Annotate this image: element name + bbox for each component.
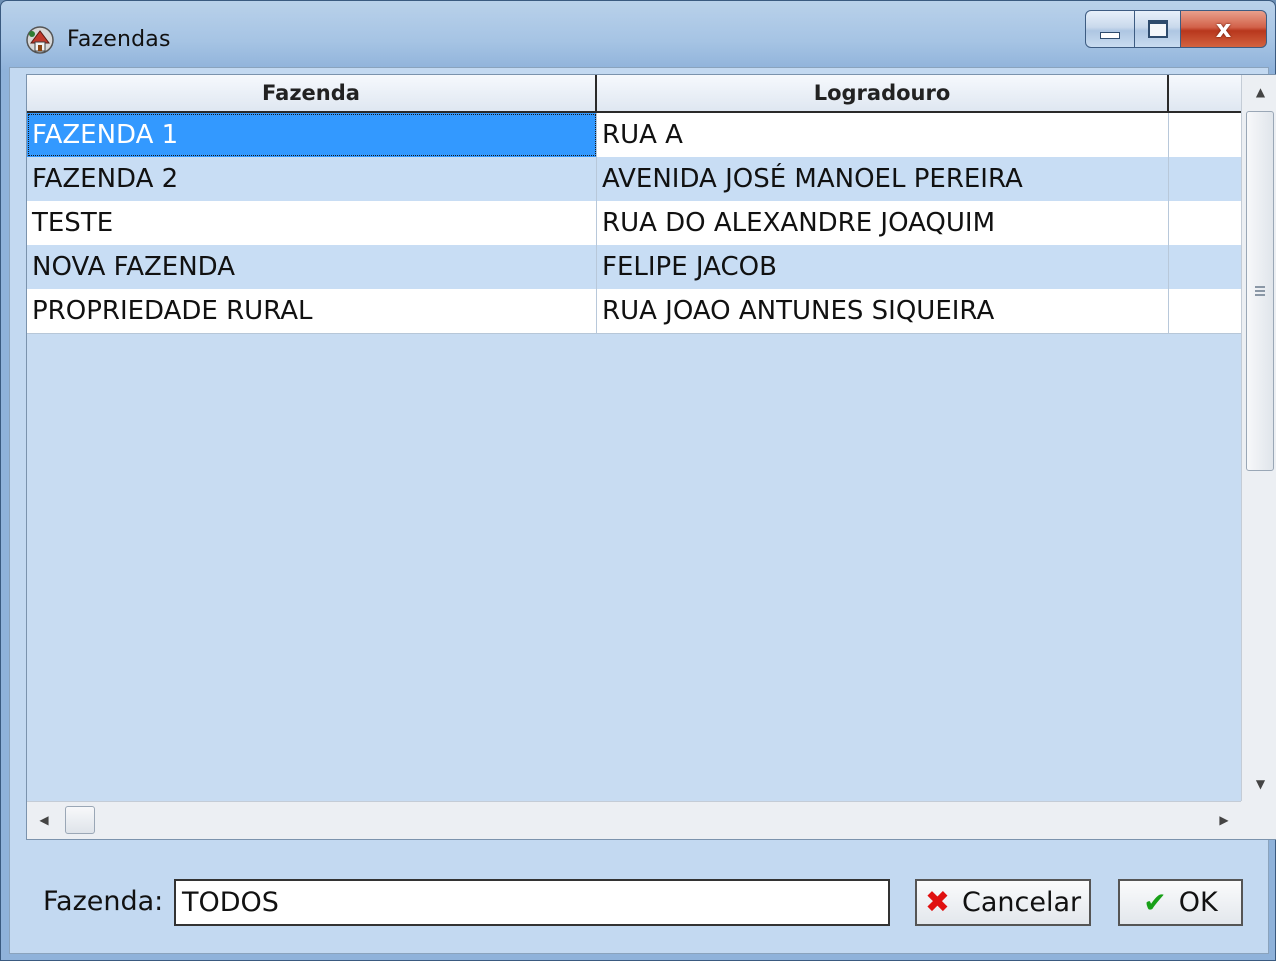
grid-rows: FAZENDA 1 RUA A FAZENDA 2 AVENIDA JOSÉ M… [27, 113, 1241, 334]
window-title: Fazendas [67, 27, 171, 52]
table-row[interactable]: FAZENDA 2 AVENIDA JOSÉ MANOEL PEREIRA [27, 157, 1241, 201]
fazenda-filter-input[interactable]: TODOS [174, 879, 890, 926]
minimize-icon [1100, 31, 1120, 39]
scroll-left-arrow-icon[interactable]: ◀ [27, 802, 61, 838]
cell-fazenda[interactable]: FAZENDA 1 [27, 113, 597, 157]
fazenda-filter-label: Fazenda: [43, 886, 164, 917]
column-header-fazenda[interactable]: Fazenda [27, 75, 597, 111]
window-controls: x [1085, 10, 1267, 48]
cell-logradouro[interactable]: RUA JOAO ANTUNES SIQUEIRA [597, 289, 1169, 333]
ok-button[interactable]: ✔ OK [1118, 879, 1243, 926]
cell-fazenda[interactable]: FAZENDA 2 [27, 157, 597, 201]
horizontal-scrollbar[interactable]: ◀ ▶ [27, 801, 1241, 839]
scroll-up-arrow-icon[interactable]: ▲ [1242, 75, 1276, 109]
cell-fazenda[interactable]: TESTE [27, 201, 597, 245]
scroll-down-arrow-icon[interactable]: ▼ [1242, 767, 1276, 801]
title-bar[interactable]: Fazendas x [1, 1, 1275, 67]
table-row[interactable]: TESTE RUA DO ALEXANDRE JOAQUIM [27, 201, 1241, 245]
cell-extra[interactable] [1169, 245, 1241, 289]
scrollbar-corner [1241, 801, 1276, 839]
ok-button-label: OK [1178, 887, 1218, 918]
cancel-button[interactable]: ✖ Cancelar [915, 879, 1091, 926]
table-row[interactable]: NOVA FAZENDA FELIPE JACOB [27, 245, 1241, 289]
close-button[interactable]: x [1181, 10, 1267, 48]
cell-fazenda[interactable]: PROPRIEDADE RURAL [27, 289, 597, 333]
cell-logradouro[interactable]: AVENIDA JOSÉ MANOEL PEREIRA [597, 157, 1169, 201]
fazendas-window: Fazendas x Fazenda Logradouro FAZENDA 1 [0, 0, 1276, 961]
cell-logradouro[interactable]: RUA DO ALEXANDRE JOAQUIM [597, 201, 1169, 245]
window-client-area: Fazenda Logradouro FAZENDA 1 RUA A FAZEN… [9, 67, 1276, 954]
horizontal-scroll-thumb[interactable] [65, 806, 95, 834]
cell-extra[interactable] [1169, 157, 1241, 201]
close-icon: x [1215, 15, 1232, 43]
cancel-button-label: Cancelar [962, 887, 1082, 918]
cell-extra[interactable] [1169, 201, 1241, 245]
app-icon [26, 26, 54, 54]
cell-extra[interactable] [1169, 113, 1241, 157]
cancel-x-icon: ✖ [924, 885, 950, 920]
scroll-right-arrow-icon[interactable]: ▶ [1207, 802, 1241, 838]
filter-panel: Fazenda: TODOS ✖ Cancelar ✔ OK [10, 846, 1268, 951]
grip-icon [1255, 290, 1265, 292]
cell-logradouro[interactable]: FELIPE JACOB [597, 245, 1169, 289]
ok-check-icon: ✔ [1143, 886, 1167, 919]
column-header-extra[interactable] [1169, 75, 1241, 111]
column-header-logradouro[interactable]: Logradouro [597, 75, 1169, 111]
cell-extra[interactable] [1169, 289, 1241, 333]
maximize-button[interactable] [1135, 10, 1181, 48]
maximize-icon [1147, 20, 1168, 38]
table-row[interactable]: PROPRIEDADE RURAL RUA JOAO ANTUNES SIQUE… [27, 289, 1241, 334]
minimize-button[interactable] [1085, 10, 1135, 48]
table-row[interactable]: FAZENDA 1 RUA A [27, 113, 1241, 157]
cell-fazenda[interactable]: NOVA FAZENDA [27, 245, 597, 289]
vertical-scroll-thumb[interactable] [1246, 111, 1274, 471]
grid-header: Fazenda Logradouro [27, 75, 1241, 113]
fazendas-grid[interactable]: Fazenda Logradouro FAZENDA 1 RUA A FAZEN… [26, 74, 1276, 840]
vertical-scrollbar[interactable]: ▲ ▼ [1241, 75, 1276, 801]
cell-logradouro[interactable]: RUA A [597, 113, 1169, 157]
